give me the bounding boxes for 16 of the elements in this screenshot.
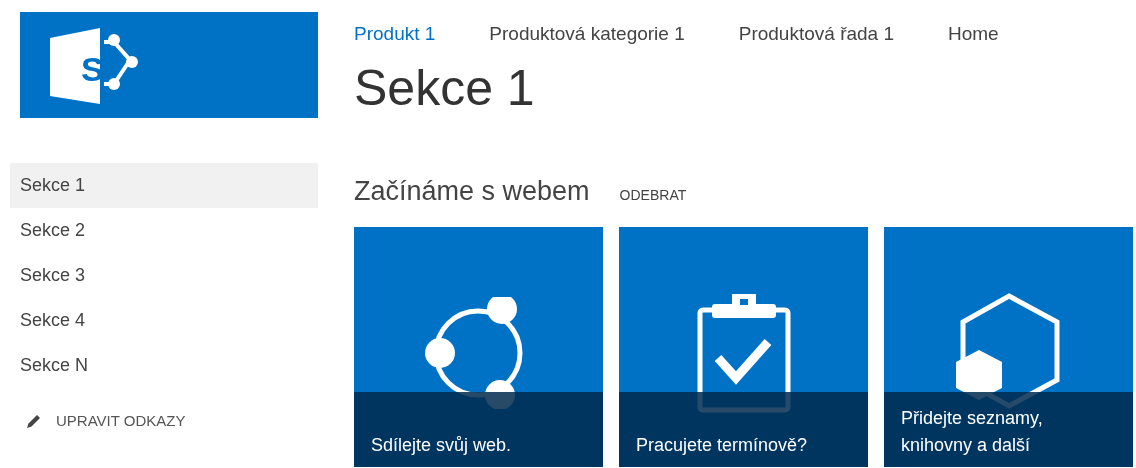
edit-links-link[interactable]: UPRAVIT ODKAZY [24,410,186,433]
tile-label: Přidejte seznamy, knihovny a další [901,407,1044,457]
section-heading: Začínáme s webem [354,174,590,208]
page-title: Sekce 1 [354,62,535,113]
tile[interactable]: Pracujete termínově? [619,227,868,467]
nav-link[interactable]: Produkt 1 [354,20,436,49]
nav-link[interactable]: Home [948,20,999,49]
sidebar-item[interactable]: Sekce 1 [10,163,318,208]
nav-link[interactable]: Produktová řada 1 [738,20,894,49]
tile[interactable]: Sdílejte svůj web. [354,227,603,467]
nav-link[interactable]: Produktová kategorie 1 [489,20,685,49]
logo-icon [48,26,140,104]
tile-label: Pracujete termínově? [636,434,809,457]
tile[interactable]: Přidejte seznamy, knihovny a další [884,227,1133,467]
remove-link[interactable]: ODEBRAT [619,184,687,206]
tile-label: Sdílejte svůj web. [371,434,513,457]
